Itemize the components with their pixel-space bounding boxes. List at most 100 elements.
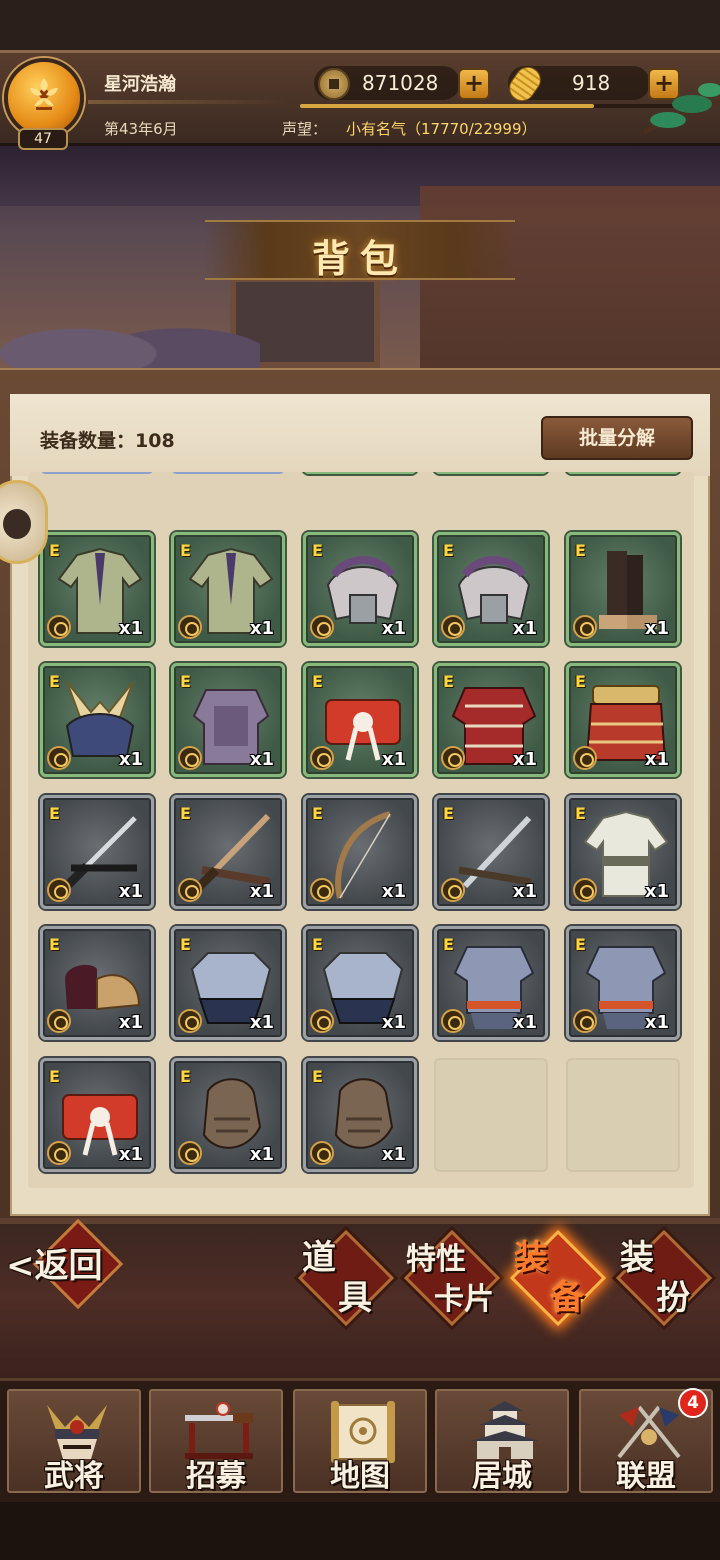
- equipment-slot[interactable]: Ex1: [566, 663, 680, 777]
- tab-costume-label-2: 扮: [656, 1278, 690, 1318]
- batch-dismantle-button[interactable]: 批量分解: [541, 416, 693, 460]
- quantity-label: x1: [512, 749, 537, 770]
- equipment-slot[interactable]: x1: [566, 472, 680, 474]
- nav-castle[interactable]: 居城: [432, 1386, 572, 1496]
- quantity-label: x1: [249, 881, 274, 902]
- grade-label: E: [443, 935, 454, 954]
- equipment-slot[interactable]: Ex1: [566, 926, 680, 1040]
- equipment-slot[interactable]: Ex1: [171, 795, 285, 909]
- equipment-slot[interactable]: Ex1: [171, 532, 285, 646]
- grade-label: E: [575, 935, 586, 954]
- clan-mark-icon: [310, 1009, 334, 1033]
- grade-label: E: [180, 804, 191, 823]
- alliance-notification-badge: 4: [678, 1388, 708, 1418]
- equipment-slot[interactable]: Ex1: [434, 663, 548, 777]
- equipment-slot[interactable]: Ex1: [303, 663, 417, 777]
- equipment-slot[interactable]: x1: [40, 472, 154, 474]
- equipment-slot[interactable]: Ex1: [566, 532, 680, 646]
- grade-label: E: [312, 672, 323, 691]
- quantity-label: x1: [249, 749, 274, 770]
- clan-mark-icon: [441, 615, 465, 639]
- game-screen: 47 星河浩瀚 第43年6月 声望： 小有名气（17770/22999） 871…: [0, 0, 720, 1560]
- floating-assistant-icon[interactable]: [0, 480, 48, 564]
- equipment-slot[interactable]: Ex1: [434, 532, 548, 646]
- quantity-label: x1: [381, 749, 406, 770]
- quantity-label: x1: [512, 881, 537, 902]
- equipment-slot[interactable]: Ex1: [40, 926, 154, 1040]
- equipment-slot[interactable]: Ex1: [303, 532, 417, 646]
- clan-mark-icon: [441, 878, 465, 902]
- quantity-label: x1: [644, 749, 669, 770]
- quantity-label: x1: [118, 618, 143, 639]
- nav-map[interactable]: 地图: [290, 1386, 430, 1496]
- equipment-slot[interactable]: Ex1: [40, 1058, 154, 1172]
- back-button[interactable]: <返回: [6, 1238, 103, 1287]
- quantity-label: x1: [381, 881, 406, 902]
- equipment-slot[interactable]: Ex1: [303, 1058, 417, 1172]
- equipment-slot[interactable]: Ex1: [303, 795, 417, 909]
- clan-mark-icon: [178, 878, 202, 902]
- clan-crest-avatar[interactable]: [4, 58, 84, 138]
- equipment-slot[interactable]: Ex1: [434, 926, 548, 1040]
- equipment-slot[interactable]: Ex1: [40, 795, 154, 909]
- quantity-label: x1: [249, 618, 274, 639]
- grade-label: E: [312, 935, 323, 954]
- nav-recruit[interactable]: 招募: [146, 1386, 286, 1496]
- quantity-label: x1: [381, 1144, 406, 1165]
- quantity-label: x1: [644, 881, 669, 902]
- equipment-slot[interactable]: Ex1: [171, 926, 285, 1040]
- tab-trait-label-1: 特性: [406, 1242, 466, 1277]
- equipment-slot[interactable]: Ex1: [434, 795, 548, 909]
- equipment-slot[interactable]: Ex1: [566, 795, 680, 909]
- grade-label: E: [575, 804, 586, 823]
- grade-label: E: [49, 1067, 60, 1086]
- tab-props[interactable]: 道 具: [297, 1229, 395, 1327]
- quantity-label: x1: [644, 618, 669, 639]
- nav-map-label: 地图: [330, 1459, 390, 1494]
- quantity-label: x1: [249, 1144, 274, 1165]
- clan-mark-icon: [310, 746, 334, 770]
- tab-equipment-label-2: 备: [550, 1278, 584, 1318]
- gold-value: 918: [572, 71, 611, 95]
- crest-flower-icon: [30, 78, 58, 110]
- tab-equipment[interactable]: 装 备: [509, 1229, 607, 1327]
- clan-mark-icon: [573, 878, 597, 902]
- nav-generals[interactable]: 武将: [4, 1386, 144, 1496]
- page-title: 背包: [311, 236, 408, 281]
- equipment-slot[interactable]: x1: [303, 472, 417, 474]
- quantity-label: x1: [118, 749, 143, 770]
- equipment-slot[interactable]: x1: [434, 472, 548, 474]
- quantity-label: x1: [118, 881, 143, 902]
- clan-mark-icon: [573, 615, 597, 639]
- quantity-label: x1: [381, 1012, 406, 1033]
- page-title-banner: 背包: [205, 220, 515, 281]
- empty-slot: [434, 1058, 548, 1172]
- clan-mark-icon: [441, 746, 465, 770]
- coin-value: 871028: [362, 71, 439, 95]
- equipment-count: 装备数量：108: [40, 430, 175, 452]
- equipment-slot[interactable]: x1: [171, 472, 285, 474]
- empty-slot: [566, 1058, 680, 1172]
- grade-label: E: [575, 672, 586, 691]
- clan-mark-icon: [310, 615, 334, 639]
- equipment-slot[interactable]: Ex1: [303, 926, 417, 1040]
- add-coins-button[interactable]: +: [458, 68, 490, 100]
- scene-clouds: [0, 296, 260, 368]
- grade-label: E: [180, 935, 191, 954]
- equipment-slot[interactable]: Ex1: [171, 663, 285, 777]
- quantity-label: x1: [118, 1012, 143, 1033]
- equipment-slot[interactable]: Ex1: [40, 663, 154, 777]
- grade-label: E: [575, 541, 586, 560]
- player-level-badge: 47: [18, 128, 68, 150]
- grade-label: E: [49, 935, 60, 954]
- clan-mark-icon: [310, 878, 334, 902]
- grade-label: E: [312, 804, 323, 823]
- equipment-slot[interactable]: Ex1: [171, 1058, 285, 1172]
- tab-trait-cards[interactable]: 特性 卡片: [403, 1229, 501, 1327]
- tab-costume[interactable]: 装 扮: [615, 1229, 713, 1327]
- game-date: 第43年6月: [104, 120, 178, 138]
- clan-mark-icon: [178, 1009, 202, 1033]
- quantity-label: x1: [249, 1012, 274, 1033]
- equipment-slot[interactable]: Ex1: [40, 532, 154, 646]
- inventory-grid[interactable]: x1x1x1x1x1Ex1Ex1Ex1Ex1Ex1Ex1Ex1Ex1Ex1Ex1…: [28, 472, 694, 1188]
